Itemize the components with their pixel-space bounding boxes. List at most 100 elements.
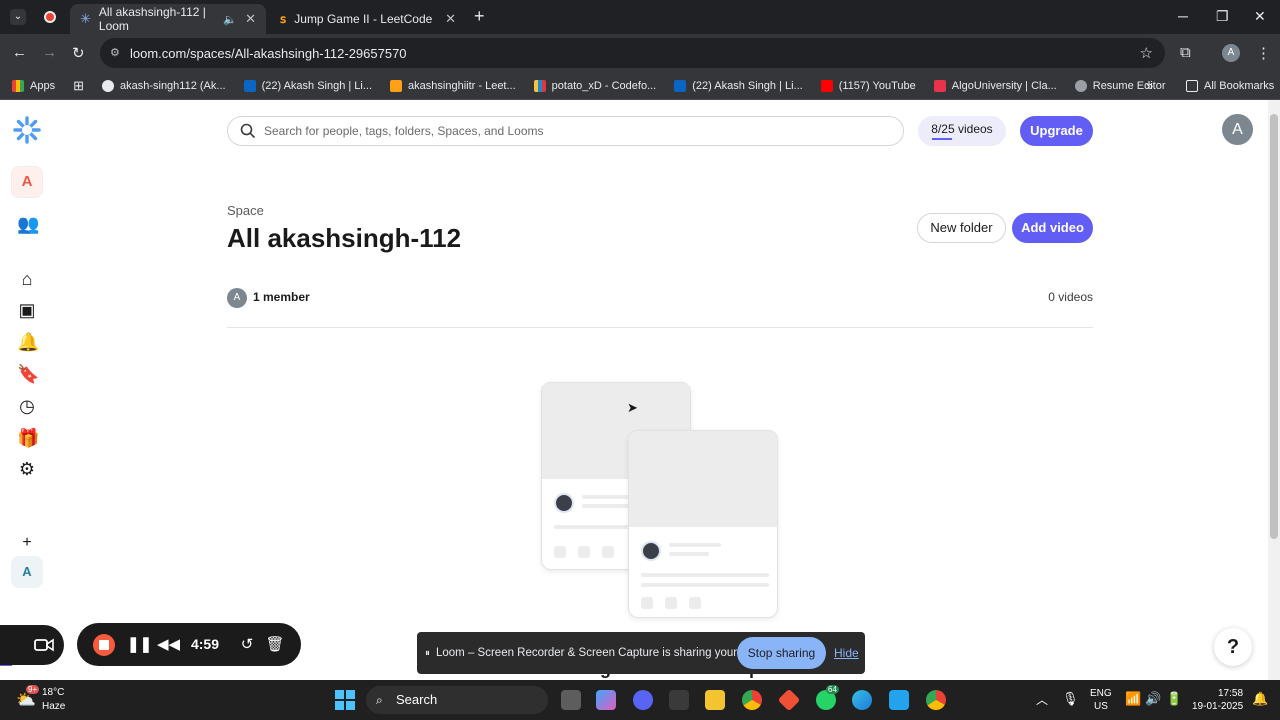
vscode-icon[interactable] <box>889 690 909 710</box>
scrollbar-thumb[interactable] <box>1270 114 1278 539</box>
clock-date[interactable]: 19-01-2025 <box>1192 700 1243 713</box>
sharing-message: Loom – Screen Recorder & Screen Capture … <box>436 647 778 659</box>
menu-kebab-icon[interactable]: ⋮ <box>1256 44 1271 62</box>
copilot-icon[interactable] <box>596 690 616 710</box>
task-view-icon[interactable] <box>561 690 581 710</box>
more-bookmarks-icon[interactable]: » <box>1146 78 1153 93</box>
youtube-icon <box>820 79 833 92</box>
record-indicator-icon <box>44 11 56 23</box>
apps-grid-icon <box>12 79 24 92</box>
new-tab-button[interactable]: + <box>474 6 485 27</box>
tab-loom[interactable]: ✳ All akashsingh-112 | Loom 🔈 ✕ <box>70 4 266 34</box>
language-bottom[interactable]: US <box>1094 700 1108 713</box>
bookmark-leetcode[interactable]: akashsinghiitr - Leet... <box>390 79 516 92</box>
video-quota-badge[interactable]: 8/25 videos <box>918 116 1006 146</box>
placeholder-square <box>554 546 566 558</box>
site-info-icon[interactable]: ⚙ <box>110 46 120 59</box>
camera-toggle[interactable] <box>0 625 64 665</box>
upgrade-button[interactable]: Upgrade <box>1020 116 1093 146</box>
new-folder-button[interactable]: New folder <box>917 213 1006 243</box>
file-explorer-icon[interactable] <box>705 690 725 710</box>
placeholder-line <box>669 552 709 556</box>
bookmark-apps[interactable]: Apps <box>12 79 55 92</box>
search-icon <box>240 123 256 139</box>
members-icon[interactable]: 👥 <box>17 214 39 234</box>
bookmark-youtube[interactable]: (1157) YouTube <box>820 79 916 92</box>
close-tab-icon[interactable]: ✕ <box>445 11 456 27</box>
microphone-icon[interactable]: 🎙 <box>1062 691 1079 707</box>
tab-search-icon[interactable]: ⌄ <box>10 9 26 25</box>
pause-recording-icon[interactable]: ❚❚ <box>127 623 152 666</box>
maximize-icon[interactable]: ❐ <box>1216 8 1229 25</box>
forward-icon[interactable]: → <box>42 44 57 61</box>
home-icon[interactable]: ⌂ <box>17 269 37 289</box>
loom-favicon-icon: ✳ <box>80 11 91 26</box>
chrome-profile-icon[interactable] <box>926 690 946 710</box>
delete-trash-icon[interactable]: 🗑 <box>265 623 285 666</box>
reload-icon[interactable]: ↻ <box>72 44 85 62</box>
bookmark-github[interactable]: akash-singh112 (Ak... <box>101 79 226 92</box>
space-avatar[interactable]: A <box>11 556 43 588</box>
rewind-icon[interactable]: ◀◀ <box>157 623 180 666</box>
help-button[interactable]: ? <box>1214 628 1252 666</box>
settings-gear-icon[interactable]: ⚙ <box>17 459 37 479</box>
hide-sharing-bar-link[interactable]: Hide <box>834 646 859 660</box>
user-avatar[interactable]: A <box>1222 114 1253 145</box>
placeholder-square <box>578 546 590 558</box>
linkedin-icon <box>674 79 687 92</box>
git-icon[interactable] <box>777 688 801 712</box>
workspace-avatar[interactable]: A <box>11 166 43 198</box>
member-avatar[interactable]: A <box>227 288 247 308</box>
address-bar[interactable]: ⚙ loom.com/spaces/All-akashsingh-112-296… <box>100 38 1165 68</box>
bookmark-star-icon[interactable]: ☆ <box>1140 44 1153 62</box>
all-bookmarks[interactable]: All Bookmarks <box>1186 79 1274 92</box>
page-scrollbar[interactable] <box>1268 100 1280 680</box>
library-icon[interactable]: ▣ <box>17 300 37 320</box>
add-video-button[interactable]: Add video <box>1012 213 1093 243</box>
search-bar[interactable]: Search for people, tags, folders, Spaces… <box>227 116 904 146</box>
clock-icon[interactable]: ◷ <box>17 396 37 416</box>
restart-icon[interactable]: ↺ <box>237 623 257 666</box>
stop-sharing-button[interactable]: Stop sharing <box>737 637 826 669</box>
gift-icon[interactable]: 🎁 <box>17 428 39 448</box>
chrome-icon[interactable] <box>742 690 762 710</box>
add-space-button[interactable]: + <box>17 533 37 553</box>
browser-tab-bar: ⌄ ✳ All akashsingh-112 | Loom 🔈 ✕ ꜱ Jump… <box>0 0 1280 34</box>
back-icon[interactable]: ← <box>12 44 27 61</box>
close-tab-icon[interactable]: ✕ <box>245 11 256 27</box>
minimize-icon[interactable]: ─ <box>1178 8 1188 24</box>
windows-start-icon[interactable] <box>335 690 355 710</box>
language-top[interactable]: ENG <box>1090 687 1112 700</box>
bell-icon[interactable]: 🔔 <box>17 332 39 352</box>
loom-logo-icon[interactable] <box>13 116 41 144</box>
audio-icon[interactable]: 🔈 <box>223 13 237 26</box>
edge-icon[interactable] <box>852 690 872 710</box>
taskbar-search[interactable]: ⌕ Search <box>366 686 548 714</box>
bookmark-icon[interactable]: 🔖 <box>17 364 39 384</box>
profile-avatar[interactable]: A <box>1222 44 1240 62</box>
bookmark-linkedin-1[interactable]: (22) Akash Singh | Li... <box>243 79 372 92</box>
volume-icon[interactable]: 🔊 <box>1145 691 1161 707</box>
placeholder-video-card-front <box>628 430 778 618</box>
bookmark-linkedin-2[interactable]: (22) Akash Singh | Li... <box>674 79 803 92</box>
recorder-controls: ❚❚ ◀◀ 4:59 ↺ 🗑 <box>77 623 301 666</box>
discord-icon[interactable] <box>633 690 653 710</box>
member-count[interactable]: 1 member <box>253 290 310 304</box>
tab-leetcode[interactable]: ꜱ Jump Game II - LeetCode ✕ <box>270 4 466 34</box>
bookmark-algouniversity[interactable]: AlgoUniversity | Cla... <box>933 79 1057 92</box>
tray-chevron-icon[interactable]: ︿ <box>1036 691 1048 708</box>
video-camera-icon <box>34 638 54 652</box>
wifi-icon[interactable]: 📶 <box>1125 691 1141 707</box>
notification-bell-icon[interactable]: 🔔 <box>1252 691 1268 707</box>
clock-time[interactable]: 17:58 <box>1218 687 1243 700</box>
bookmark-codeforces[interactable]: potato_xD - Codefo... <box>533 79 656 92</box>
codeforces-icon <box>533 79 546 92</box>
leetcode-favicon-icon: ꜱ <box>280 12 287 26</box>
tab-groups-icon[interactable]: ⊞ <box>73 78 84 94</box>
app-icon[interactable] <box>669 690 689 710</box>
extensions-icon[interactable]: ⧉ <box>1180 44 1191 61</box>
stop-recording-button[interactable] <box>89 623 119 666</box>
close-window-icon[interactable]: ✕ <box>1254 8 1266 25</box>
battery-icon[interactable]: 🔋 <box>1166 691 1182 707</box>
browser-toolbar: ← → ↻ ⚙ loom.com/spaces/All-akashsingh-1… <box>0 34 1280 72</box>
